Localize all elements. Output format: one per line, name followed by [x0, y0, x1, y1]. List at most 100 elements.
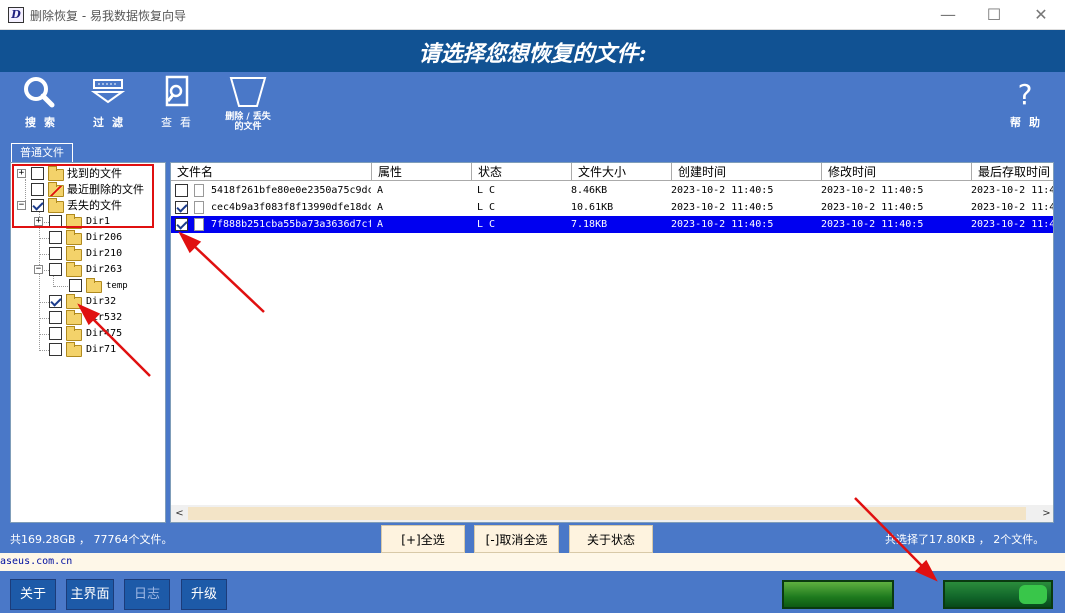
- row-checkbox[interactable]: [175, 184, 188, 197]
- table-row-selected[interactable]: 7f888b251cba55ba73a3636d7cf A L C 7.18KB…: [171, 216, 1054, 233]
- column-header-created[interactable]: 创建时间: [671, 163, 821, 181]
- website-link[interactable]: aseus.com.cn: [0, 556, 72, 567]
- tree-checkbox[interactable]: [49, 263, 62, 276]
- file-icon: [194, 218, 204, 231]
- search-icon: [24, 77, 55, 108]
- column-header-modified[interactable]: 修改时间: [821, 163, 971, 181]
- page-heading: 请选择您想恢复的文件:: [418, 41, 647, 67]
- tree-label: Dir71: [86, 344, 117, 355]
- app-window: D 删除恢复 - 易我数据恢复向导 — ☐ ✕ 请选择您想恢复的文件: 搜索 过…: [0, 0, 1065, 613]
- folder-icon: [66, 230, 82, 245]
- help-button[interactable]: ? 帮助: [995, 74, 1055, 132]
- toolbar: 搜索 过滤 查看 删除 / 丢失 的文件 ? 帮助: [0, 72, 1065, 142]
- column-header-row: 文件名 属性 状态 文件大小 创建时间 修改时间 最后存取时间: [171, 163, 1053, 181]
- file-name: 5418f261bfe80e0e2350a75c9dc: [211, 185, 371, 196]
- table-row[interactable]: 5418f261bfe80e0e2350a75c9dc A L C 8.46KB…: [171, 182, 1053, 199]
- tree-checkbox[interactable]: [49, 295, 62, 308]
- collapse-icon[interactable]: −: [34, 265, 43, 274]
- file-attr: A: [377, 185, 384, 196]
- select-all-button[interactable]: [+]全选: [381, 525, 465, 553]
- help-icon: ?: [1018, 78, 1033, 110]
- row-checkbox[interactable]: [175, 218, 188, 231]
- next-button[interactable]: [943, 580, 1053, 609]
- tree-checkbox[interactable]: [49, 231, 62, 244]
- log-button[interactable]: 日志: [124, 579, 170, 610]
- file-size: 10.61KB: [571, 202, 614, 213]
- file-name: 7f888b251cba55ba73a3636d7cf: [211, 219, 371, 230]
- tree-checkbox[interactable]: [49, 343, 62, 356]
- about-button[interactable]: 关于: [10, 579, 56, 610]
- file-modified: 2023-10-2 11:40:5: [821, 185, 924, 196]
- file-modified: 2023-10-2 11:40:5: [821, 219, 924, 230]
- tree-label: Dir32: [86, 296, 117, 307]
- filter-button[interactable]: 过滤: [78, 74, 138, 132]
- minimize-button[interactable]: —: [925, 2, 971, 28]
- column-header-size[interactable]: 文件大小: [571, 163, 671, 181]
- annotation-highlight-box: [12, 164, 154, 228]
- column-header-accessed[interactable]: 最后存取时间: [971, 163, 1053, 181]
- window-title: 删除恢复 - 易我数据恢复向导: [30, 9, 186, 23]
- folder-icon: [66, 294, 82, 309]
- tree-checkbox[interactable]: [49, 327, 62, 340]
- row-checkbox[interactable]: [175, 201, 188, 214]
- folder-icon: [66, 262, 82, 277]
- file-created: 2023-10-2 11:40:5: [671, 219, 774, 230]
- title-bar: D 删除恢复 - 易我数据恢复向导 — ☐ ✕: [0, 0, 1065, 30]
- file-status: L C: [477, 185, 496, 196]
- deselect-all-button[interactable]: [-]取消全选: [474, 525, 559, 553]
- maximize-button[interactable]: ☐: [971, 2, 1017, 28]
- link-bar: aseus.com.cn: [0, 553, 1065, 571]
- close-button[interactable]: ✕: [1018, 2, 1064, 28]
- scroll-left-icon[interactable]: <: [171, 505, 188, 522]
- filter-label: 过滤: [93, 116, 131, 129]
- file-accessed: 2023-10-2 11:4: [971, 219, 1054, 230]
- file-created: 2023-10-2 11:40:5: [671, 185, 774, 196]
- folder-icon: [66, 246, 82, 261]
- main-screen-button[interactable]: 主界面: [66, 579, 114, 610]
- table-row[interactable]: cec4b9a3f083f8f13990dfe18dc A L C 10.61K…: [171, 199, 1054, 216]
- search-button[interactable]: 搜索: [10, 74, 70, 132]
- horizontal-scrollbar[interactable]: < >: [171, 505, 1053, 522]
- selection-summary: 共选择了17.80KB ， 2个文件。: [885, 533, 1045, 546]
- tree-checkbox[interactable]: [49, 247, 62, 260]
- app-icon: D: [8, 7, 24, 23]
- scrollbar-thumb[interactable]: [188, 507, 1026, 520]
- recycle-bin-icon: [229, 77, 267, 107]
- back-button[interactable]: [782, 580, 894, 609]
- file-icon: [194, 201, 204, 214]
- tree-label: Dir206: [86, 232, 123, 243]
- file-icon: [194, 184, 204, 197]
- file-accessed: 2023-10-2 11:4: [971, 202, 1054, 213]
- folder-icon: [66, 342, 82, 357]
- tree-label: Dir210: [86, 248, 123, 259]
- file-attr: A: [377, 219, 384, 230]
- tab-normal-files[interactable]: 普通文件: [11, 143, 73, 163]
- view-label: 查看: [161, 116, 199, 129]
- file-attr: A: [377, 202, 384, 213]
- total-summary: 共169.28GB ， 77764个文件。: [10, 533, 173, 546]
- column-header-status[interactable]: 状态: [471, 163, 571, 181]
- about-status-button[interactable]: 关于状态: [569, 525, 653, 553]
- header-banner: 请选择您想恢复的文件:: [0, 30, 1065, 72]
- svg-text:?: ?: [1018, 78, 1033, 110]
- column-header-name[interactable]: 文件名: [171, 163, 371, 181]
- scroll-right-icon[interactable]: >: [1038, 505, 1053, 522]
- file-created: 2023-10-2 11:40:5: [671, 202, 774, 213]
- tree-label: Dir263: [86, 264, 123, 275]
- upgrade-button[interactable]: 升级: [181, 579, 227, 610]
- search-label: 搜索: [25, 116, 63, 129]
- help-label: 帮助: [1010, 116, 1048, 129]
- filter-icon: [90, 79, 126, 104]
- tree-label: Dir532: [86, 312, 123, 323]
- folder-icon: [66, 326, 82, 341]
- tree-checkbox[interactable]: [49, 311, 62, 324]
- view-icon: [165, 75, 189, 107]
- view-button[interactable]: 查看: [146, 74, 206, 132]
- deleted-files-label: 删除 / 丢失 的文件: [225, 112, 271, 132]
- file-modified: 2023-10-2 11:40:5: [821, 202, 924, 213]
- deleted-files-button[interactable]: 删除 / 丢失 的文件: [214, 74, 282, 132]
- column-header-attr[interactable]: 属性: [371, 163, 471, 181]
- tree-checkbox[interactable]: [69, 279, 82, 292]
- file-list: 文件名 属性 状态 文件大小 创建时间 修改时间 最后存取时间 5418f261…: [170, 162, 1054, 523]
- file-name: cec4b9a3f083f8f13990dfe18dc: [211, 202, 371, 213]
